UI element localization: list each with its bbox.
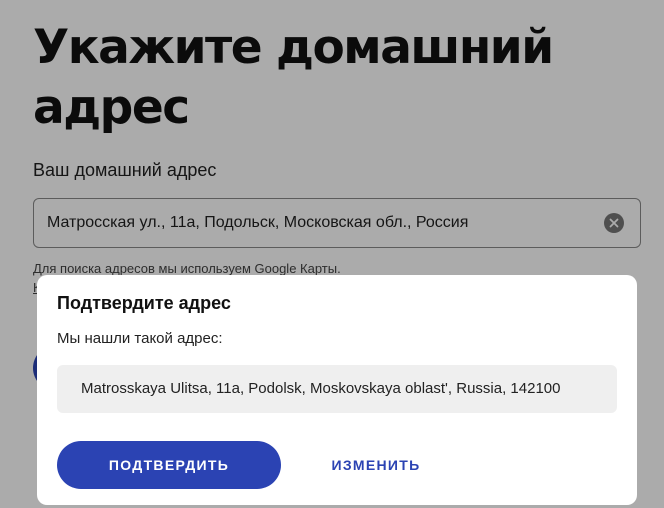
dialog-title: Подтвердите адрес [57,293,231,313]
found-address-text: Matrosskaya Ulitsa, 11a, Podolsk, Moskov… [81,380,561,397]
change-button[interactable]: ИЗМЕНИТЬ [317,441,435,489]
confirm-button[interactable]: ПОДТВЕРДИТЬ [57,441,281,489]
found-address-box: Matrosskaya Ulitsa, 11a, Podolsk, Moskov… [57,365,617,413]
confirm-address-dialog: Подтвердите адрес Мы нашли такой адрес: … [37,275,637,505]
dialog-text: Мы нашли такой адрес: [57,330,223,347]
